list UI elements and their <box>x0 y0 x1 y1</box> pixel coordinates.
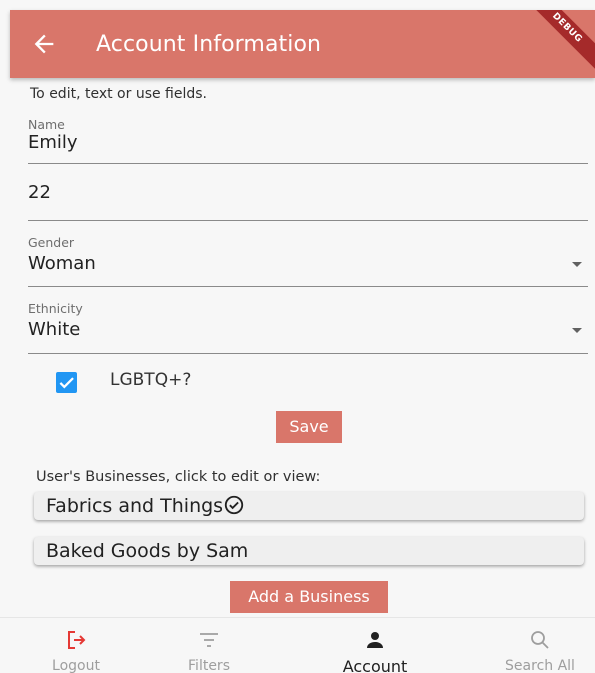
filter-icon <box>200 633 218 647</box>
dropdown-arrow-icon <box>572 262 582 267</box>
ethnicity-dropdown-value: White <box>28 319 81 340</box>
lgbtq-label: LGBTQ+? <box>110 370 192 390</box>
business-item-fabrics-and-things[interactable]: Fabrics and Things <box>34 492 584 520</box>
nav-label-search-all: Search All <box>505 658 575 673</box>
nav-label-account: Account <box>342 657 408 673</box>
nav-label-logout: Logout <box>52 658 100 673</box>
logout-icon <box>68 631 86 649</box>
back-arrow-icon[interactable] <box>30 30 58 58</box>
gender-dropdown[interactable]: Gender Woman <box>28 221 588 287</box>
check-circle-icon <box>224 495 244 515</box>
search-icon <box>531 631 549 649</box>
lgbtq-checkbox[interactable] <box>56 372 77 393</box>
gender-dropdown-value: Woman <box>28 253 96 274</box>
debug-banner: DEBUG <box>518 10 595 77</box>
business-name: Fabrics and Things <box>46 495 224 517</box>
name-field-label: Name <box>28 117 65 132</box>
businesses-heading: User's Businesses, click to edit or view… <box>36 469 321 485</box>
edit-hint-text: To edit, text or use fields. <box>30 86 208 102</box>
nav-item-logout[interactable]: Logout <box>16 618 136 673</box>
bottom-navigation: Logout Filters Account Search All <box>0 617 595 673</box>
name-field-value: Emily <box>28 132 78 153</box>
business-name: Baked Goods by Sam <box>46 540 249 562</box>
nav-item-account[interactable]: Account <box>315 618 435 673</box>
nav-item-filters[interactable]: Filters <box>149 618 269 673</box>
nav-item-search-all[interactable]: Search All <box>480 618 595 673</box>
gender-dropdown-label: Gender <box>28 235 75 250</box>
business-item-baked-goods-by-sam[interactable]: Baked Goods by Sam <box>34 537 584 565</box>
name-field[interactable]: Name Emily <box>28 112 588 164</box>
save-button[interactable]: Save <box>276 411 342 443</box>
age-field-value: 22 <box>28 182 51 203</box>
person-icon <box>367 632 383 648</box>
checkmark-icon <box>59 377 74 389</box>
nav-label-filters: Filters <box>188 658 230 673</box>
dropdown-arrow-icon <box>572 328 582 333</box>
ethnicity-dropdown-label: Ethnicity <box>28 301 83 316</box>
page-title: Account Information <box>96 32 322 57</box>
age-field[interactable]: 22 <box>28 164 588 221</box>
app-bar: Account Information DEBUG <box>10 10 595 78</box>
add-business-button[interactable]: Add a Business <box>230 581 388 613</box>
ethnicity-dropdown[interactable]: Ethnicity White <box>28 287 588 354</box>
